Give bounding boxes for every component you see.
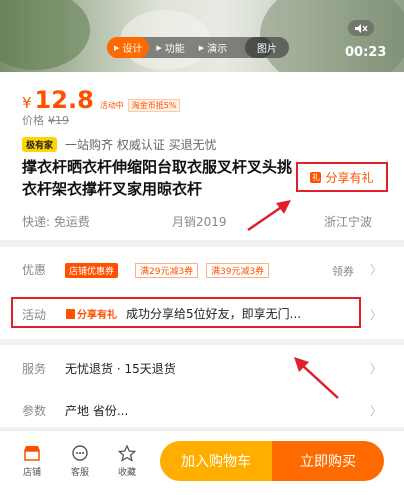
get-coupon-button[interactable]: 领券 [332, 263, 354, 279]
promo-label: 优惠 [22, 263, 47, 277]
shop-coupon-tag[interactable]: 店铺优惠券 [65, 263, 119, 278]
shop-button[interactable]: 店铺 [15, 443, 49, 478]
original-price-value: ¥19 [48, 114, 69, 127]
product-video[interactable]: ▶ 设计 ▶ 功能 ▶ 演示 图片 00:23 [0, 0, 404, 72]
star-icon [110, 443, 144, 463]
customer-service-button[interactable]: 客服 [63, 443, 97, 478]
params-value[interactable]: 产地 省份... [65, 402, 128, 419]
chevron-right-icon[interactable]: 〉 [370, 306, 382, 323]
coupon-29[interactable]: 满29元减3券 [135, 263, 199, 278]
service-value[interactable]: 无忧退货 · 15天退货 [65, 360, 176, 377]
promotions-panel: 优惠 店铺优惠券 满29元减3券 满39元减3券 领券 〉 活动 分享有礼 成功… [0, 247, 404, 339]
shop-label: 店铺 [22, 468, 41, 478]
chevron-right-icon[interactable]: 〉 [370, 402, 382, 419]
tab-label: 功能 [164, 44, 185, 55]
service-label: 服务 [22, 362, 47, 376]
buy-now-button[interactable]: 立即购买 [272, 441, 384, 481]
tab-demo[interactable]: ▶ 演示 [192, 37, 234, 58]
gift-icon: 礼 [310, 171, 322, 183]
chevron-right-icon[interactable]: 〉 [370, 261, 382, 278]
speaker-mute-icon[interactable] [348, 20, 374, 36]
coin-tag: 淘金币抵5% [127, 99, 181, 112]
chat-icon [63, 443, 97, 463]
activity-text: 成功分享给5位好友，即享无门... [126, 307, 302, 321]
price-row: ¥ 12.8 活动中 淘金币抵5% [22, 86, 181, 114]
tab-design[interactable]: ▶ 设计 [107, 37, 150, 58]
play-icon: ▶ [156, 43, 162, 52]
tab-label: 演示 [207, 44, 228, 55]
service-panel: 服务 无忧退货 · 15天退货 〉 参数 产地 省份... 〉 [0, 345, 404, 427]
favorite-label: 收藏 [117, 468, 136, 478]
currency-symbol: ¥ [22, 94, 32, 112]
params-label: 参数 [22, 404, 47, 418]
tab-function[interactable]: ▶ 功能 [149, 37, 191, 58]
original-price: 价格 ¥19 [22, 112, 69, 128]
activity-tag: 活动中 [99, 101, 124, 110]
gift-icon [66, 308, 75, 319]
service-label: 客服 [70, 468, 89, 478]
play-icon: ▶ [114, 43, 120, 52]
activity-label: 活动 [22, 308, 47, 322]
share-label: 分享有礼 [325, 170, 374, 185]
video-duration: 00:23 [345, 45, 387, 60]
play-icon: ▶ [198, 43, 205, 52]
activity-tag: 分享有礼 [66, 306, 117, 321]
coupon-39[interactable]: 满39元减3券 [206, 263, 270, 278]
add-to-cart-button[interactable]: 加入购物车 [160, 441, 272, 481]
feature-text: 一站购齐 权威认证 买退无忧 [65, 138, 217, 152]
chevron-right-icon[interactable]: 〉 [370, 360, 382, 377]
price: 12.8 [34, 86, 94, 114]
original-price-label: 价格 [22, 114, 44, 127]
share-button[interactable]: 礼 分享有礼 [296, 162, 388, 192]
favorite-button[interactable]: 收藏 [110, 443, 144, 478]
product-title: 撑衣杆晒衣杆伸缩阳台取衣服叉杆叉头挑衣杆架衣撑杆叉家用晾衣杆 [22, 158, 293, 198]
shipping: 快递: 免运费 [22, 215, 90, 229]
monthly-sales: 月销2019 [172, 215, 227, 229]
tab-pictures[interactable]: 图片 [245, 37, 289, 58]
activity-tag-label: 分享有礼 [77, 310, 117, 321]
tab-label: 设计 [122, 44, 143, 55]
brand-badge[interactable]: 极有家 [22, 137, 58, 152]
plant-decoration [0, 0, 90, 70]
product-info: ¥ 12.8 活动中 淘金币抵5% 价格 ¥19 极有家 一站购齐 权威认证 买退… [0, 72, 404, 240]
location: 浙江宁波 [324, 215, 373, 229]
plant-decoration [260, 0, 404, 72]
badge-row: 极有家 一站购齐 权威认证 买退无忧 [22, 136, 217, 153]
shop-icon [15, 443, 49, 463]
